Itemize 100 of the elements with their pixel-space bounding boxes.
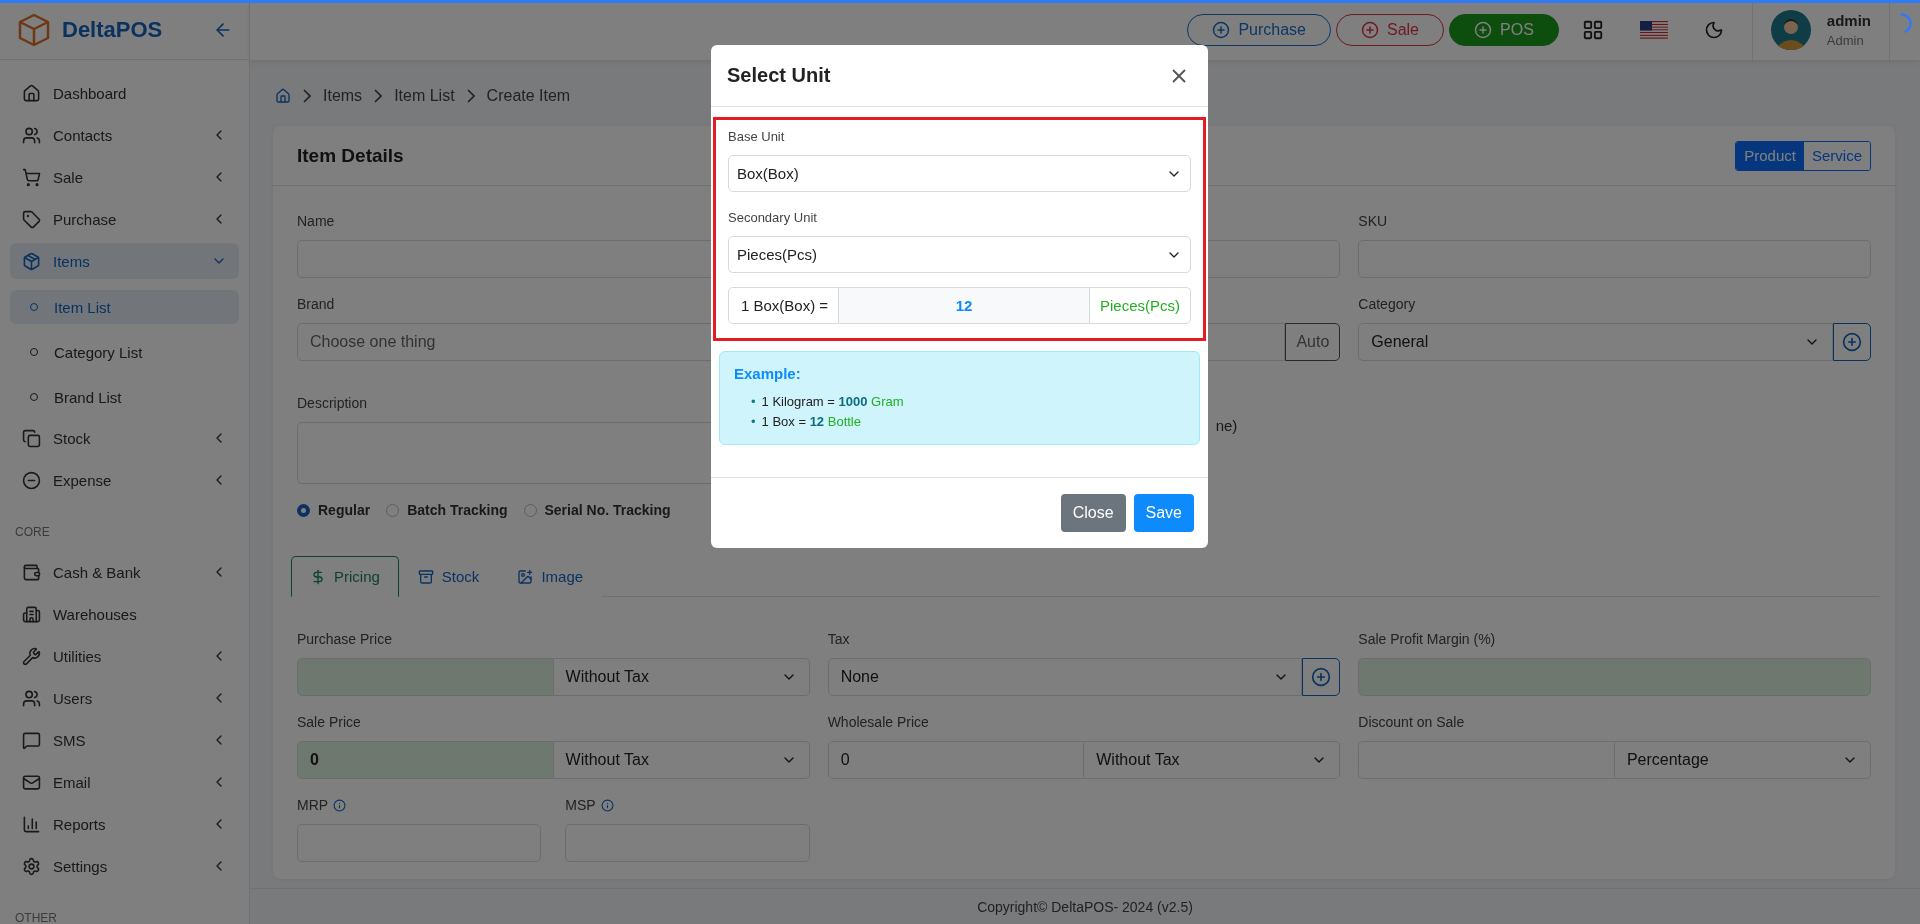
nav-subitem[interactable]: Category List <box>10 335 239 369</box>
people-icon <box>22 125 41 145</box>
conversion-prefix: 1 Box(Box) = <box>728 287 840 324</box>
copyright-text: Copyright© DeltaPOS- 2024 (v2.5) <box>977 898 1193 915</box>
flag-icon[interactable] <box>1639 20 1668 40</box>
radio-icon[interactable] <box>523 503 537 517</box>
field-label: Sale Profit Margin (%) <box>1358 630 1496 648</box>
people-icon <box>22 688 41 708</box>
radio-option[interactable]: Batch Tracking <box>386 502 508 518</box>
field-label: Name <box>297 212 335 230</box>
field-label: Base Unit <box>728 129 786 146</box>
avatar[interactable] <box>1770 10 1811 50</box>
option-text: ne) <box>1215 417 1238 434</box>
nav-item[interactable]: Sale <box>10 159 239 195</box>
field-label: Category <box>1358 295 1416 313</box>
chevron-right-icon <box>466 89 475 103</box>
logo-icon <box>16 11 52 48</box>
nav-item[interactable]: Email <box>10 764 239 800</box>
mail-icon <box>22 772 41 792</box>
select-field[interactable]: Box(Box) <box>728 155 1191 192</box>
select-field[interactable]: Pieces(Pcs) <box>728 236 1191 273</box>
select-field[interactable]: Percentage <box>1614 741 1871 779</box>
radio-icon[interactable] <box>386 503 400 517</box>
nav-item[interactable]: Reports <box>10 806 239 842</box>
select-field[interactable]: Without Tax <box>553 658 810 696</box>
conversion-suffix: Pieces(Pcs) <box>1089 287 1191 324</box>
type-toggle-button[interactable]: Product <box>1736 141 1804 170</box>
breadcrumb-item: Create Item <box>486 87 571 105</box>
cube-icon <box>22 251 41 271</box>
spinner-icon <box>1900 13 1912 33</box>
input-field[interactable]: 0 <box>297 741 554 779</box>
close-button[interactable]: Close <box>1060 494 1126 532</box>
nav-item[interactable]: SMS <box>10 722 239 758</box>
nav-item[interactable]: Items <box>10 243 239 279</box>
radio-option[interactable]: Serial No. Tracking <box>523 502 671 518</box>
nav-item[interactable]: Contacts <box>10 117 239 153</box>
breadcrumb-item[interactable]: Items <box>323 87 363 105</box>
wallet-icon <box>22 562 41 582</box>
radio-option[interactable]: Regular <box>297 502 371 518</box>
field-label: Discount on Sale <box>1358 713 1465 731</box>
nav-item[interactable]: Expense <box>10 462 239 498</box>
field-label: MRP <box>297 797 329 813</box>
tag-icon <box>22 209 41 229</box>
moon-icon[interactable] <box>1703 20 1724 40</box>
nav-item[interactable]: Stock <box>10 420 239 456</box>
select-field[interactable]: None <box>827 658 1303 696</box>
conversion-input[interactable]: 12 <box>839 287 1090 324</box>
section-title: CORE <box>14 524 51 540</box>
plus-icon <box>1474 21 1492 39</box>
nav-item[interactable]: Utilities <box>10 638 239 674</box>
nav-item[interactable]: Dashboard <box>10 75 239 111</box>
chevron-right-icon <box>303 89 311 103</box>
select-field[interactable]: General <box>1358 323 1833 361</box>
chevron-right-icon <box>374 89 383 103</box>
field-label: Secondary Unit <box>728 210 818 227</box>
field-label: MSP <box>565 797 596 813</box>
tab[interactable]: Pricing <box>291 556 399 597</box>
input-field[interactable]: 0 <box>827 741 1085 779</box>
select-field[interactable]: Without Tax <box>553 741 810 779</box>
home-icon[interactable] <box>275 88 291 104</box>
add-button[interactable] <box>1833 323 1871 361</box>
auto-button[interactable]: Auto <box>1285 323 1341 361</box>
field-label: Tax <box>827 630 850 648</box>
apps-grid-icon[interactable] <box>1581 19 1604 41</box>
cart-icon <box>22 167 41 187</box>
info-icon <box>600 798 614 812</box>
chat-icon <box>22 730 41 750</box>
nav-item[interactable]: Settings <box>10 848 239 884</box>
header-action-button[interactable]: Purchase <box>1187 14 1331 46</box>
example-item: • 1 Box = 12 Bottle <box>751 413 861 431</box>
bar-chart-icon <box>22 814 41 834</box>
wrench-icon <box>22 646 41 666</box>
nav-item[interactable]: Cash & Bank <box>10 554 239 590</box>
card-title: Item Details <box>297 144 404 167</box>
info-icon <box>333 798 347 812</box>
plus-icon <box>1212 21 1231 39</box>
radio-icon[interactable] <box>297 503 310 517</box>
house-icon <box>22 83 41 103</box>
nav-item[interactable]: Purchase <box>10 201 239 237</box>
save-button[interactable]: Save <box>1133 494 1194 532</box>
field-label: Purchase Price <box>297 630 392 648</box>
nav-subitem[interactable]: Brand List <box>10 380 239 414</box>
stack-icon <box>22 428 41 448</box>
field-label: SKU <box>1358 212 1388 230</box>
select-field[interactable]: Without Tax <box>1084 741 1341 779</box>
nav-subitem[interactable]: Item List <box>10 290 239 324</box>
dollar-icon <box>310 568 326 585</box>
nav-item[interactable]: Users <box>10 680 239 716</box>
field-label: Description <box>297 394 368 412</box>
header-action-button[interactable]: Sale <box>1336 14 1444 46</box>
settings-icon <box>22 856 41 876</box>
breadcrumb-item[interactable]: Item List <box>394 87 455 105</box>
dialog-title: Select Unit <box>727 64 831 87</box>
nav-item[interactable]: Warehouses <box>10 596 239 632</box>
image-icon <box>517 568 534 585</box>
header-action-button[interactable]: POS <box>1449 14 1559 46</box>
add-button[interactable] <box>1302 658 1341 696</box>
section-title: OTHER <box>14 910 58 924</box>
example-title: Example: <box>734 364 802 384</box>
brand-name: DeltaPOS <box>62 16 164 43</box>
